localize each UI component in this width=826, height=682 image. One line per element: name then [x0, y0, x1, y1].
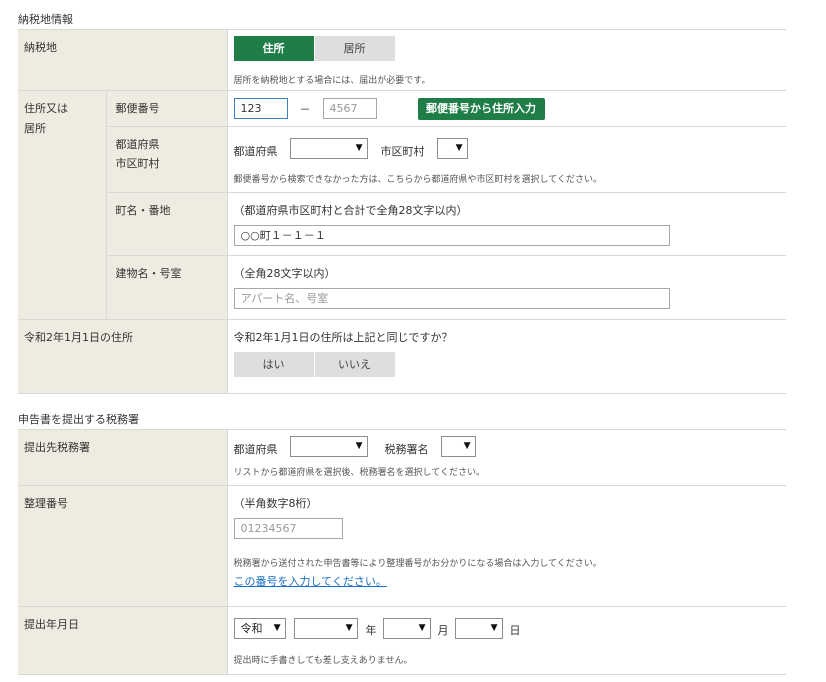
label-town: 町名・番地: [115, 204, 171, 217]
chevron-down-icon: ▼: [355, 441, 363, 451]
chevron-down-icon: ▼: [490, 623, 498, 633]
day-select[interactable]: ▼: [454, 618, 503, 639]
value-cell-seiri: （半角数字8桁） 01234567 税務署から送付された申告書等により整理番号が…: [226, 485, 786, 607]
nouzeichi-note: 居所を納税地とする場合には、届出が必要です。: [233, 76, 431, 86]
year-unit: 年: [365, 624, 377, 637]
prev-address-question: 令和2年1月1日の住所は上記と同じですか？: [233, 331, 453, 344]
seiri-help: 税務署から送付された申告書等により整理番号がお分かりになる場合は入力してください…: [233, 559, 602, 569]
town-note: （都道府県市区町村と合計で全角28文字以内）: [233, 204, 468, 217]
label-nouzeichi: 納税地: [24, 41, 57, 54]
label-address-group-line1: 住所又は: [24, 102, 68, 115]
option-residence-button[interactable]: 居所: [314, 36, 395, 61]
date-note: 提出時に手書きしても差し支えありません。: [233, 656, 413, 666]
chevron-down-icon: ▼: [418, 623, 426, 633]
pref-city-note: 郵便番号から検索できなかった方は、こちらから都道府県や市区町村を選択してください…: [233, 175, 602, 185]
label-date: 提出年月日: [24, 618, 79, 631]
label-cell-date: 提出年月日: [18, 606, 227, 675]
label-cell-building: 建物名・号室: [105, 255, 227, 320]
label-cell-postal: 郵便番号: [105, 90, 227, 127]
tax-office-form: 提出先税務署 都道府県 ▼ 税務署名 ▼ リストから都道府県を選択後、税務署名を…: [18, 429, 786, 675]
label-cell-seiri: 整理番号: [18, 485, 227, 607]
value-cell-nouzeichi: 住所 居所 居所を納税地とする場合には、届出が必要です。: [226, 29, 786, 91]
value-cell-office: 都道府県 ▼ 税務署名 ▼ リストから都道府県を選択後、税務署名を選択してくださ…: [226, 429, 786, 486]
tax-place-form: 納税地 住所 居所 居所を納税地とする場合には、届出が必要です。 住所又は 居所…: [18, 29, 786, 394]
value-cell-postal: 123 － 4567 郵便番号から住所入力: [226, 90, 786, 127]
chevron-down-icon: ▼: [273, 623, 281, 633]
month-unit: 月: [437, 624, 449, 637]
value-cell-town: （都道府県市区町村と合計で全角28文字以内） ○○町１－１－１: [226, 192, 786, 256]
prev-address-yes-button[interactable]: はい: [233, 352, 314, 377]
chevron-down-icon: ▼: [355, 143, 363, 153]
section-title-tax-office: 申告書を提出する税務署: [18, 413, 139, 426]
seiri-number-input[interactable]: 01234567: [233, 518, 343, 539]
label-cell-address-group: 住所又は 居所: [18, 90, 106, 320]
label-pref: 都道府県: [115, 138, 160, 151]
postal-separator: －: [299, 103, 311, 116]
seiri-help-link[interactable]: この番号を入力してください。: [234, 573, 387, 589]
label-address-group-line2: 居所: [24, 122, 46, 135]
label-prev-address: 令和2年1月1日の住所: [24, 331, 133, 344]
building-input[interactable]: アパート名、号室: [233, 288, 670, 309]
building-note: （全角28文字以内）: [233, 267, 336, 280]
value-cell-prev-address: 令和2年1月1日の住所は上記と同じですか？ はい いいえ: [226, 319, 786, 394]
postal-code-part1-input[interactable]: 123: [233, 98, 288, 119]
label-cell-office: 提出先税務署: [18, 429, 227, 486]
office-name-select[interactable]: ▼: [440, 436, 476, 457]
label-cell-town: 町名・番地: [105, 192, 227, 256]
label-building: 建物名・号室: [115, 267, 182, 280]
city-select-label: 市区町村: [380, 145, 425, 158]
pref-select-label: 都道府県: [233, 145, 278, 158]
value-cell-date: 令和 ▼ ▼ 年 ▼ 月 ▼ 日 提出時に手書きしても差し支えありません。: [226, 606, 786, 675]
label-city: 市区町村: [115, 157, 160, 170]
era-select-value: 令和: [240, 622, 263, 635]
postal-lookup-button[interactable]: 郵便番号から住所入力: [417, 98, 545, 120]
office-pref-select[interactable]: ▼: [289, 436, 368, 457]
postal-code-part2-input[interactable]: 4567: [322, 98, 377, 119]
day-unit: 日: [509, 624, 521, 637]
prev-address-no-button[interactable]: いいえ: [314, 352, 395, 377]
town-input[interactable]: ○○町１－１－１: [233, 225, 670, 246]
office-note: リストから都道府県を選択後、税務署名を選択してください。: [233, 468, 485, 478]
value-cell-building: （全角28文字以内） アパート名、号室: [226, 255, 786, 320]
label-cell-prev-address: 令和2年1月1日の住所: [18, 319, 227, 394]
seiri-note: （半角数字8桁）: [233, 497, 318, 510]
office-name-label: 税務署名: [384, 443, 429, 456]
label-postal: 郵便番号: [115, 102, 160, 115]
chevron-down-icon: ▼: [455, 143, 463, 153]
office-pref-label: 都道府県: [233, 443, 278, 456]
era-select[interactable]: 令和 ▼: [233, 618, 286, 639]
chevron-down-icon: ▼: [463, 441, 471, 451]
year-select[interactable]: ▼: [293, 618, 358, 639]
section-title-tax-place: 納税地情報: [18, 13, 73, 26]
label-office: 提出先税務署: [24, 441, 90, 454]
label-seiri: 整理番号: [24, 497, 68, 510]
option-address-button[interactable]: 住所: [233, 36, 314, 61]
pref-select[interactable]: ▼: [289, 138, 368, 159]
chevron-down-icon: ▼: [345, 623, 353, 633]
label-cell-pref-city: 都道府県 市区町村: [105, 126, 227, 193]
value-cell-pref-city: 都道府県 ▼ 市区町村 ▼ 郵便番号から検索できなかった方は、こちらから都道府県…: [226, 126, 786, 193]
month-select[interactable]: ▼: [382, 618, 431, 639]
label-cell-nouzeichi: 納税地: [18, 29, 227, 91]
city-select[interactable]: ▼: [436, 138, 468, 159]
